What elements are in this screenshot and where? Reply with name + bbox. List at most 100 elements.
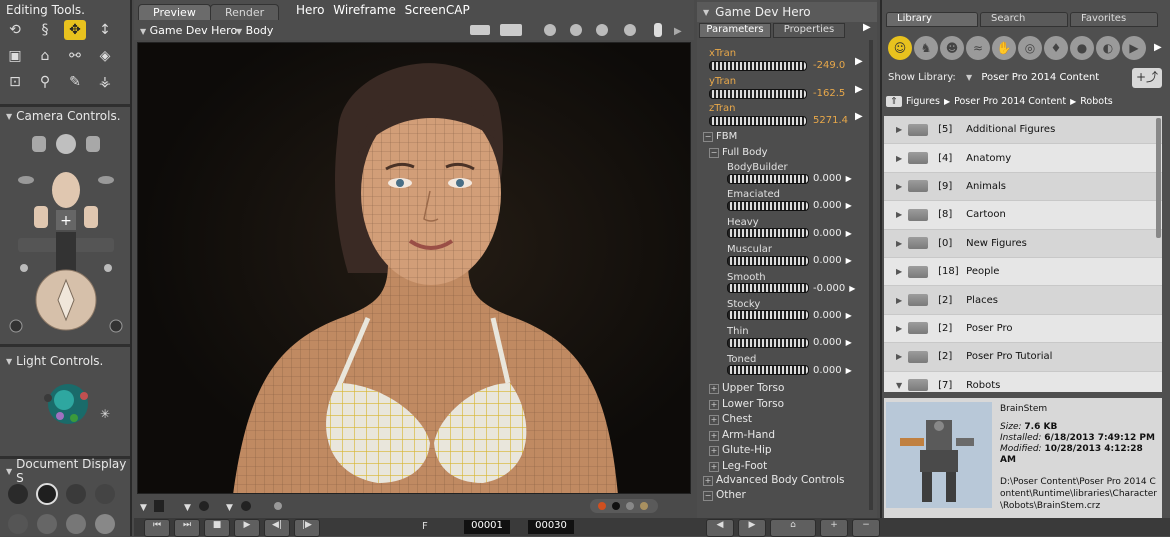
morph-row[interactable]: Heavy 0.000 ▶ — [727, 217, 867, 244]
list-item[interactable]: ▶ [9] Animals — [884, 172, 1162, 202]
panel-menu-arrow-icon[interactable]: ▶ — [863, 22, 871, 33]
list-item[interactable]: ▶ [5] Additional Figures — [884, 116, 1162, 145]
library-menu-arrow-icon[interactable]: ▶ — [1154, 42, 1162, 53]
scenes-category-icon[interactable]: ▶ — [1122, 36, 1146, 60]
param-dial[interactable] — [709, 115, 807, 126]
param-menu-arrow-icon[interactable]: ▶ — [846, 256, 852, 265]
collapse-arrow-icon[interactable]: ▼ — [896, 381, 902, 390]
morph-row[interactable]: Thin 0.000 ▶ — [727, 326, 867, 353]
expand-arrow-icon[interactable]: ▶ — [896, 239, 902, 248]
param-value[interactable]: 5271.4 — [813, 115, 848, 126]
rotate-tool-icon[interactable]: ⟲ — [4, 20, 26, 40]
group-leg-foot[interactable]: + Leg-Foot — [709, 459, 869, 475]
group-lower-torso[interactable]: + Lower Torso — [709, 397, 869, 413]
breadcrumb-item[interactable]: Figures — [906, 96, 940, 107]
figure-select[interactable]: ▼ Game Dev Hero — [140, 24, 237, 37]
param-menu-arrow-icon[interactable]: ▶ — [855, 111, 863, 122]
param-dial[interactable] — [709, 60, 807, 71]
chain-break-icon[interactable]: ⚯ — [64, 46, 86, 66]
param-value[interactable]: 0.000 — [813, 255, 842, 266]
param-xtran[interactable]: xTran -249.0 — [709, 48, 873, 71]
stop-icon[interactable]: ■ — [204, 519, 230, 537]
param-dial[interactable] — [727, 310, 809, 321]
tab-search[interactable]: Search — [980, 12, 1068, 27]
grouping-tool-icon[interactable]: ⊡ — [4, 72, 26, 92]
tab-properties[interactable]: Properties — [773, 23, 845, 38]
param-menu-arrow-icon[interactable]: ▶ — [846, 229, 852, 238]
param-dial[interactable] — [727, 365, 809, 376]
param-menu-arrow-icon[interactable]: ▶ — [855, 84, 863, 95]
param-value[interactable]: 0.000 — [813, 365, 842, 376]
morph-row[interactable]: Emaciated 0.000 ▶ — [727, 189, 867, 216]
morphing-tool-icon[interactable]: ✎ — [64, 72, 86, 92]
expand-arrow-icon[interactable]: ▶ — [896, 324, 902, 333]
list-item[interactable]: ▶ [18] People — [884, 257, 1162, 287]
next-key-icon[interactable]: ▶ — [738, 519, 766, 537]
hero-menu[interactable]: Hero — [296, 3, 324, 17]
group-glute-hip[interactable]: + Glute-Hip — [709, 443, 869, 459]
param-ztran[interactable]: zTran 5271.4 — [709, 103, 873, 126]
delete-key-icon[interactable]: − — [852, 519, 880, 537]
lights-category-icon[interactable]: ♦ — [1044, 36, 1068, 60]
param-dial[interactable] — [727, 173, 809, 184]
list-item[interactable]: ▶ [4] Anatomy — [884, 144, 1162, 173]
cameras-category-icon[interactable]: ● — [1070, 36, 1094, 60]
parameters-scrollbar[interactable] — [869, 40, 873, 510]
taper-tool-icon[interactable]: ⌂ — [34, 46, 56, 66]
translate-tool-icon[interactable]: ✥ — [64, 20, 86, 40]
scale-tool-icon[interactable]: ▣ — [4, 46, 26, 66]
last-frame-icon[interactable]: ⏭ — [174, 519, 200, 537]
param-value[interactable]: -0.000 — [813, 283, 845, 294]
group-other[interactable]: − Other — [703, 489, 746, 501]
group-upper-torso[interactable]: + Upper Torso — [709, 381, 869, 397]
param-value[interactable]: 0.000 — [813, 310, 842, 321]
tab-render[interactable]: Render — [210, 4, 280, 20]
add-key-icon[interactable]: + — [820, 519, 848, 537]
param-value[interactable]: 0.000 — [813, 200, 842, 211]
param-dial[interactable] — [727, 283, 809, 294]
parameters-header[interactable]: ▼ Game Dev Hero — [697, 2, 877, 22]
breadcrumb-item[interactable]: Poser Pro 2014 Content — [954, 96, 1066, 107]
viewport-footer-controls[interactable]: ▼ ▼ ▼ — [138, 498, 690, 514]
library-scrollbar[interactable] — [1156, 118, 1161, 238]
morph-row[interactable]: Muscular 0.000 ▶ — [727, 244, 867, 271]
param-dial[interactable] — [727, 228, 809, 239]
group-arm-hand[interactable]: + Arm-Hand — [709, 428, 869, 444]
3d-viewport[interactable] — [137, 42, 691, 494]
current-frame-field[interactable]: 00001 — [464, 520, 510, 534]
display-style-swatches[interactable] — [6, 482, 124, 536]
show-library-select[interactable]: ▼ Poser Pro 2014 Content — [966, 72, 1099, 83]
list-item[interactable]: ▶ [8] Cartoon — [884, 201, 1162, 230]
prev-key-icon[interactable]: ◀ — [706, 519, 734, 537]
morph-row[interactable]: Toned 0.000 ▶ — [727, 354, 867, 381]
direct-manipulation-icon[interactable]: ⚶ — [94, 72, 116, 92]
param-ytran[interactable]: yTran -162.5 — [709, 76, 873, 99]
param-value[interactable]: -162.5 — [813, 88, 845, 99]
param-menu-arrow-icon[interactable]: ▶ — [846, 338, 852, 347]
hair-category-icon[interactable]: ≈ — [966, 36, 990, 60]
morph-row[interactable]: Smooth -0.000 ▶ — [727, 272, 867, 299]
expand-arrow-icon[interactable]: ▶ — [896, 296, 902, 305]
param-menu-arrow-icon[interactable]: ▶ — [846, 311, 852, 320]
light-controls-header[interactable]: ▼ Light Controls. — [0, 352, 130, 370]
keyframes-icon[interactable]: ⌂ — [770, 519, 816, 537]
param-menu-arrow-icon[interactable]: ▶ — [855, 56, 863, 67]
expressions-category-icon[interactable]: ☻ — [940, 36, 964, 60]
param-menu-arrow-icon[interactable]: ▶ — [846, 366, 852, 375]
list-item[interactable]: ▶ [0] New Figures — [884, 229, 1162, 258]
up-folder-icon[interactable]: ⇑ — [886, 96, 902, 107]
next-frame-icon[interactable]: |▶ — [294, 519, 320, 537]
screencap-menu[interactable]: ScreenCAP — [405, 3, 470, 17]
param-dial[interactable] — [727, 255, 809, 266]
param-value[interactable]: 0.000 — [813, 173, 842, 184]
figures-category-icon[interactable]: ☺ — [888, 36, 912, 60]
tab-preview[interactable]: Preview — [138, 4, 211, 20]
param-value[interactable]: 0.000 — [813, 228, 842, 239]
camera-controls-widget[interactable]: + — [4, 128, 128, 338]
tab-parameters[interactable]: Parameters — [699, 23, 771, 38]
color-tool-icon[interactable]: ◈ — [94, 46, 116, 66]
twist-tool-icon[interactable]: § — [34, 20, 56, 40]
expand-arrow-icon[interactable]: ▶ — [896, 352, 902, 361]
first-frame-icon[interactable]: ⏮ — [144, 519, 170, 537]
document-display-header[interactable]: ▼ Document Display S — [0, 457, 130, 485]
